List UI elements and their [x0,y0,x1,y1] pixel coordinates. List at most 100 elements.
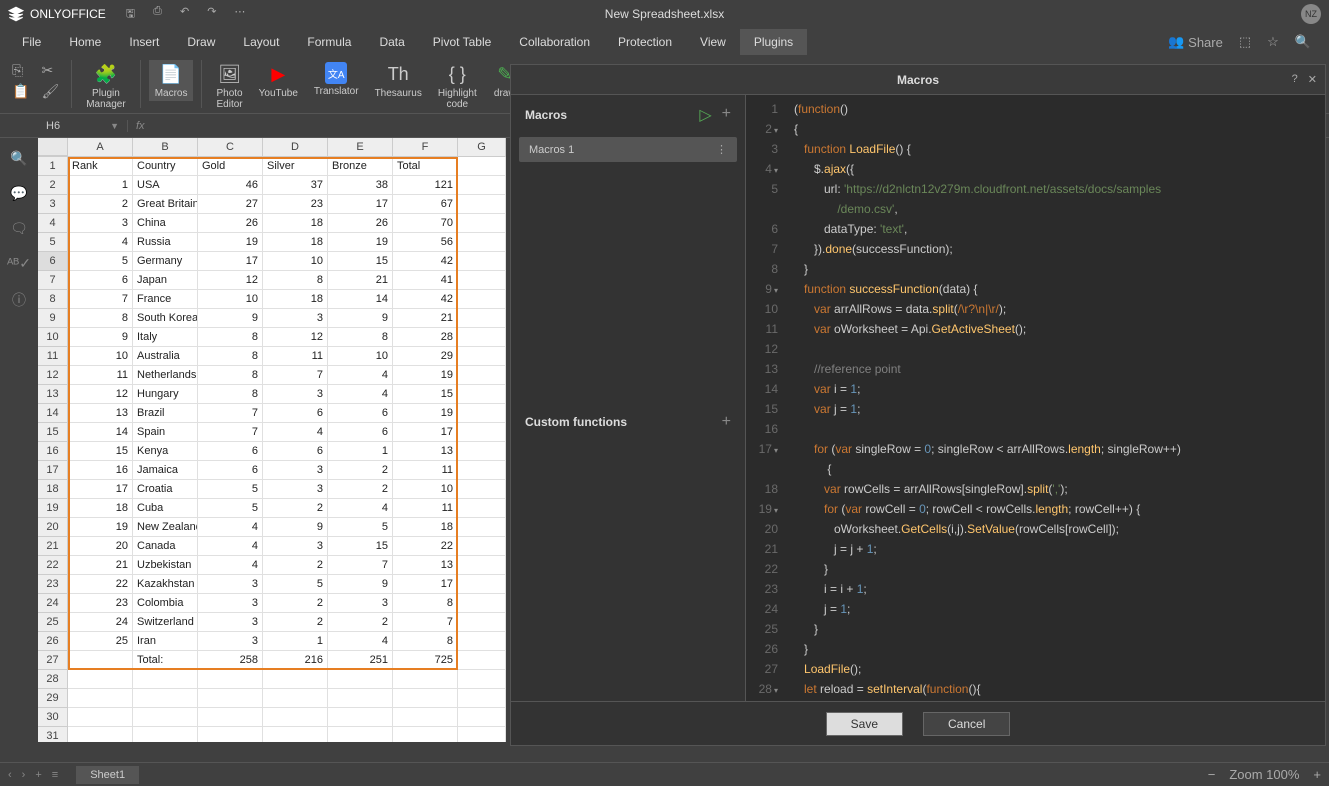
row-header[interactable]: 23 [38,575,68,594]
cell[interactable] [263,689,328,708]
undo-icon[interactable]: ↶ [180,5,189,24]
cell[interactable] [458,518,506,537]
more-icon[interactable]: ⋯ [234,5,245,24]
cell[interactable]: Brazil [133,404,198,423]
cell[interactable]: 10 [393,480,458,499]
cell[interactable]: Gold [198,157,263,176]
cell[interactable]: 2 [263,556,328,575]
row-header[interactable]: 25 [38,613,68,632]
cell[interactable]: 8 [198,328,263,347]
cell[interactable]: Total: [133,651,198,670]
column-header[interactable]: E [328,138,393,156]
menu-plugins[interactable]: Plugins [740,29,807,55]
cell[interactable]: 70 [393,214,458,233]
share-button[interactable]: 👥 Share [1168,34,1223,50]
cell[interactable] [458,309,506,328]
cell[interactable]: Country [133,157,198,176]
cell[interactable] [393,670,458,689]
row-header[interactable]: 15 [38,423,68,442]
cell[interactable]: 5 [198,480,263,499]
cell[interactable]: 258 [198,651,263,670]
cell[interactable]: Rank [68,157,133,176]
cell[interactable]: 21 [328,271,393,290]
cell[interactable]: 4 [263,423,328,442]
row-header[interactable]: 19 [38,499,68,518]
cell[interactable]: 18 [68,499,133,518]
thesaurus-button[interactable]: Th Thesaurus [369,60,428,101]
search-icon[interactable]: 🔍 [1295,34,1311,50]
save-button[interactable]: Save [826,712,903,736]
cell[interactable]: 4 [198,518,263,537]
macro-item-menu-icon[interactable]: ⋮ [716,143,727,156]
cell[interactable] [328,670,393,689]
cell[interactable] [393,708,458,727]
cell[interactable]: 3 [198,594,263,613]
cell[interactable]: Iran [133,632,198,651]
cell[interactable] [68,727,133,742]
row-header[interactable]: 3 [38,195,68,214]
translator-button[interactable]: 文A Translator [308,60,365,99]
format-painter-icon[interactable]: 🖌 [41,83,59,100]
user-avatar[interactable]: NZ [1301,4,1321,24]
cell[interactable]: 9 [263,518,328,537]
menu-formula[interactable]: Formula [293,29,365,55]
cell[interactable] [198,727,263,742]
cell[interactable]: 2 [328,613,393,632]
cell[interactable] [458,233,506,252]
cell[interactable]: Russia [133,233,198,252]
cell[interactable]: Australia [133,347,198,366]
cell[interactable]: 10 [198,290,263,309]
cell[interactable]: 8 [393,632,458,651]
photo-editor-button[interactable]: 🖼 PhotoEditor [210,60,248,112]
cell[interactable] [458,461,506,480]
favorite-icon[interactable]: ☆ [1267,34,1279,50]
column-header[interactable]: G [458,138,506,156]
cell[interactable]: 41 [393,271,458,290]
cell[interactable]: 6 [198,442,263,461]
row-header[interactable]: 31 [38,727,68,742]
cell[interactable] [198,670,263,689]
cell[interactable]: Hungary [133,385,198,404]
cell[interactable]: 6 [263,404,328,423]
cell[interactable]: 3 [198,575,263,594]
cell[interactable]: 19 [393,404,458,423]
cell[interactable]: New Zealand [133,518,198,537]
cell[interactable]: 23 [263,195,328,214]
row-header[interactable]: 7 [38,271,68,290]
row-header[interactable]: 28 [38,670,68,689]
cell[interactable]: 17 [198,252,263,271]
cell[interactable]: 1 [328,442,393,461]
row-header[interactable]: 14 [38,404,68,423]
cell[interactable]: 12 [198,271,263,290]
cell[interactable]: 28 [393,328,458,347]
cell[interactable]: 4 [68,233,133,252]
sheet-tab[interactable]: Sheet1 [76,766,139,784]
macro-list-item[interactable]: Macros 1 ⋮ [519,137,737,162]
add-sheet-icon[interactable]: + [35,769,41,781]
add-macro-icon[interactable]: + [722,105,731,125]
cell[interactable]: 26 [328,214,393,233]
row-header[interactable]: 9 [38,309,68,328]
cell[interactable]: 13 [393,556,458,575]
cell[interactable]: 3 [263,309,328,328]
row-header[interactable]: 18 [38,480,68,499]
cell[interactable] [458,347,506,366]
cell[interactable] [328,689,393,708]
cell[interactable]: 38 [328,176,393,195]
cell[interactable] [458,670,506,689]
cell[interactable]: 3 [198,632,263,651]
cell[interactable]: 42 [393,252,458,271]
menu-pivot-table[interactable]: Pivot Table [419,29,505,55]
cell[interactable] [458,480,506,499]
cell[interactable] [68,689,133,708]
cell[interactable]: 7 [328,556,393,575]
menu-draw[interactable]: Draw [173,29,229,55]
column-header[interactable]: C [198,138,263,156]
cell[interactable]: 12 [68,385,133,404]
cell[interactable] [68,708,133,727]
cell[interactable]: 5 [263,575,328,594]
cell[interactable] [133,670,198,689]
cell[interactable]: Italy [133,328,198,347]
menu-insert[interactable]: Insert [115,29,173,55]
cell[interactable] [458,271,506,290]
